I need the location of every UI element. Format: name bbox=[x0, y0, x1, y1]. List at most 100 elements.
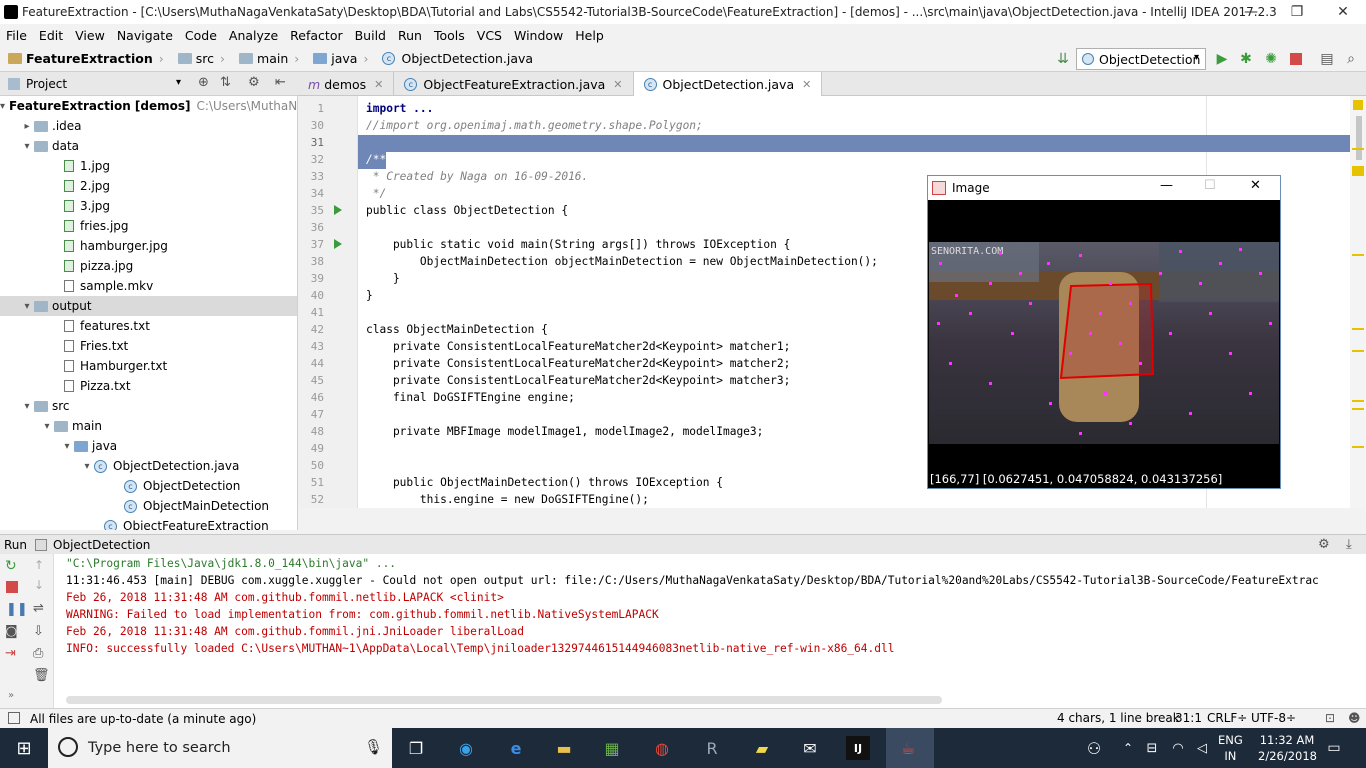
menu-tools[interactable]: Tools bbox=[434, 28, 465, 43]
expand-arrow-icon[interactable]: ▾ bbox=[20, 401, 34, 412]
tree-item-idea[interactable]: ▸ .idea bbox=[0, 116, 297, 136]
file-explorer-icon[interactable]: ▬ bbox=[552, 736, 576, 760]
tab-objectfeatureextraction[interactable]: c ObjectFeatureExtraction.java ✕ bbox=[394, 72, 634, 96]
tree-item-class[interactable]: c ObjectFeatureExtraction bbox=[0, 516, 297, 530]
inspector-icon[interactable]: ☻ bbox=[1348, 711, 1361, 725]
tree-item-file[interactable]: pizza.jpg bbox=[0, 256, 297, 276]
task-view-icon[interactable]: ❐ bbox=[404, 736, 428, 760]
more-icon[interactable]: » bbox=[8, 690, 14, 701]
warning-marker[interactable] bbox=[1352, 408, 1364, 410]
menu-vcs[interactable]: VCS bbox=[477, 28, 502, 43]
warning-indicator-icon[interactable] bbox=[1353, 100, 1363, 110]
run-panel-label[interactable]: Run bbox=[4, 538, 27, 552]
tree-item-file[interactable]: features.txt bbox=[0, 316, 297, 336]
tree-item-output[interactable]: ▾ output bbox=[0, 296, 297, 316]
rerun-icon[interactable]: ↻ bbox=[5, 558, 17, 574]
expand-arrow-icon[interactable]: ▸ bbox=[20, 121, 34, 132]
java-app-icon[interactable]: ☕ bbox=[896, 736, 920, 760]
chrome-browser-icon[interactable]: ◍ bbox=[650, 736, 674, 760]
close-icon[interactable]: ✕ bbox=[1320, 0, 1366, 24]
tree-item-class[interactable]: c ObjectMainDetection bbox=[0, 496, 297, 516]
gear-icon[interactable]: ⚙ bbox=[1318, 537, 1330, 552]
tab-demos[interactable]: m demos ✕ bbox=[298, 72, 395, 96]
print-icon[interactable]: ⎙ bbox=[33, 646, 43, 661]
action-center-icon[interactable]: ▭ bbox=[1322, 736, 1346, 760]
tree-item-src[interactable]: ▾ src bbox=[0, 396, 297, 416]
tree-item-objectdetection-java[interactable]: ▾ c ObjectDetection.java bbox=[0, 456, 297, 476]
menu-navigate[interactable]: Navigate bbox=[117, 28, 173, 43]
breadcrumb-main[interactable]: main › bbox=[239, 51, 305, 66]
collapse-all-icon[interactable]: ⇅ bbox=[220, 75, 231, 90]
edge-browser-icon[interactable]: e bbox=[504, 736, 528, 760]
scroll-from-source-icon[interactable]: ⊕ bbox=[198, 75, 209, 90]
warning-marker[interactable] bbox=[1352, 446, 1364, 448]
wifi-icon[interactable]: ◠ bbox=[1166, 736, 1190, 760]
run-gutter-icon[interactable] bbox=[334, 205, 342, 215]
stop-icon[interactable] bbox=[1287, 50, 1305, 68]
intellij-icon[interactable]: IJ bbox=[846, 736, 870, 760]
hide-panel-icon[interactable]: ⇤ bbox=[275, 75, 286, 90]
caret-position[interactable]: 31:1 bbox=[1175, 711, 1202, 725]
scroll-thumb[interactable] bbox=[1356, 116, 1362, 160]
breadcrumb-src[interactable]: src › bbox=[177, 51, 231, 66]
mail-icon[interactable]: ✉ bbox=[798, 736, 822, 760]
close-tab-icon[interactable]: ✕ bbox=[802, 78, 811, 91]
menu-file[interactable]: File bbox=[6, 28, 27, 43]
expand-arrow-icon[interactable]: ▾ bbox=[0, 101, 5, 112]
sticky-notes-icon[interactable]: ▰ bbox=[750, 736, 774, 760]
image-window[interactable]: Image — ☐ ✕ SENORITA.COM [166,77] [0.062… bbox=[927, 175, 1281, 489]
compass-app-icon[interactable]: ◉ bbox=[454, 736, 478, 760]
tree-item-file[interactable]: Pizza.txt bbox=[0, 376, 297, 396]
project-panel-title[interactable]: Project bbox=[26, 77, 67, 91]
tree-item-class[interactable]: c ObjectDetection bbox=[0, 476, 297, 496]
tree-item-main[interactable]: ▾ main bbox=[0, 416, 297, 436]
menu-view[interactable]: View bbox=[75, 28, 105, 43]
warning-marker[interactable] bbox=[1352, 166, 1364, 176]
menu-edit[interactable]: Edit bbox=[39, 28, 63, 43]
restore-icon[interactable]: ❐ bbox=[1274, 0, 1320, 24]
tree-item-file[interactable]: sample.mkv bbox=[0, 276, 297, 296]
breadcrumb-file[interactable]: c ObjectDetection.java bbox=[382, 51, 533, 66]
line-separator[interactable]: CRLF÷ bbox=[1207, 711, 1247, 725]
menu-window[interactable]: Window bbox=[514, 28, 563, 43]
down-arrow-icon[interactable]: ↓ bbox=[34, 578, 44, 592]
toggle-panels-icon[interactable] bbox=[8, 712, 20, 724]
spreadsheet-app-icon[interactable]: ▦ bbox=[600, 736, 624, 760]
show-hidden-icons[interactable]: ⌃ bbox=[1116, 736, 1140, 760]
exit-icon[interactable]: ⇥ bbox=[5, 646, 16, 661]
run-icon[interactable]: ▶ bbox=[1213, 50, 1231, 68]
lock-icon[interactable]: ⊡ bbox=[1325, 711, 1335, 725]
project-structure-icon[interactable]: ▤ bbox=[1318, 50, 1336, 68]
minimize-icon[interactable]: — bbox=[1160, 178, 1173, 193]
r-language-icon[interactable]: R bbox=[700, 736, 724, 760]
windows-start-icon[interactable]: ⊞ bbox=[12, 736, 36, 760]
microphone-icon[interactable]: 🎙 bbox=[364, 738, 383, 756]
stop-icon[interactable] bbox=[6, 581, 18, 593]
tab-objectdetection[interactable]: c ObjectDetection.java ✕ bbox=[633, 72, 823, 96]
tree-item-file[interactable]: 1.jpg bbox=[0, 156, 297, 176]
soft-wrap-icon[interactable]: ⇌ bbox=[33, 601, 44, 616]
maximize-icon[interactable]: ☐ bbox=[1204, 178, 1216, 193]
tree-item-data[interactable]: ▾ data bbox=[0, 136, 297, 156]
menu-refactor[interactable]: Refactor bbox=[290, 28, 342, 43]
tree-item-root[interactable]: ▾ FeatureExtraction [demos] C:\Users\Mutha… bbox=[0, 96, 297, 116]
tree-item-file[interactable]: hamburger.jpg bbox=[0, 236, 297, 256]
warning-marker[interactable] bbox=[1352, 350, 1364, 352]
scroll-to-end-icon[interactable]: ⇩ bbox=[33, 624, 44, 639]
warning-marker[interactable] bbox=[1352, 254, 1364, 256]
tree-item-file[interactable]: fries.jpg bbox=[0, 216, 297, 236]
up-arrow-icon[interactable]: ↑ bbox=[34, 558, 44, 572]
minimize-icon[interactable]: — bbox=[1228, 0, 1274, 24]
menu-code[interactable]: Code bbox=[185, 28, 217, 43]
volume-icon[interactable]: ◁ bbox=[1190, 736, 1214, 760]
language-indicator[interactable]: ENG IN bbox=[1218, 732, 1243, 764]
editor-scrollbar[interactable] bbox=[1350, 96, 1366, 508]
gear-icon[interactable]: ⚙ bbox=[248, 75, 260, 90]
tree-item-file[interactable]: Fries.txt bbox=[0, 336, 297, 356]
tree-item-file[interactable]: Hamburger.txt bbox=[0, 356, 297, 376]
expand-arrow-icon[interactable]: ▾ bbox=[80, 461, 94, 472]
breadcrumb-java[interactable]: java › bbox=[313, 51, 374, 66]
close-tab-icon[interactable]: ✕ bbox=[374, 78, 383, 91]
close-tab-icon[interactable]: ✕ bbox=[613, 78, 622, 91]
run-gutter-icon[interactable] bbox=[334, 239, 342, 249]
